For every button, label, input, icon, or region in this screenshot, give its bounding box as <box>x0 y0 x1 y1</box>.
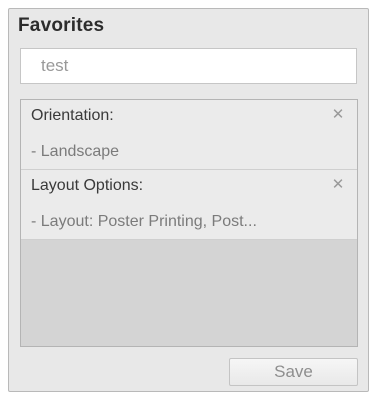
panel-title: Favorites <box>18 15 105 36</box>
close-icon[interactable]: ✕ <box>329 176 347 194</box>
setting-value: - Layout: Poster Printing, Post... <box>31 213 257 230</box>
setting-label: Orientation: <box>31 107 114 124</box>
setting-label: Layout Options: <box>31 177 144 194</box>
setting-item-orientation[interactable]: Orientation: ✕ - Landscape <box>21 100 357 170</box>
favorite-name-input[interactable] <box>20 48 357 84</box>
settings-list: Orientation: ✕ - Landscape Layout Option… <box>20 99 358 347</box>
save-button[interactable]: Save <box>229 358 358 386</box>
setting-item-layout-options[interactable]: Layout Options: ✕ - Layout: Poster Print… <box>21 170 357 240</box>
setting-value: - Landscape <box>31 143 120 160</box>
favorites-panel: Favorites Orientation: ✕ - Landscape Lay… <box>8 8 369 392</box>
close-icon[interactable]: ✕ <box>329 106 347 124</box>
